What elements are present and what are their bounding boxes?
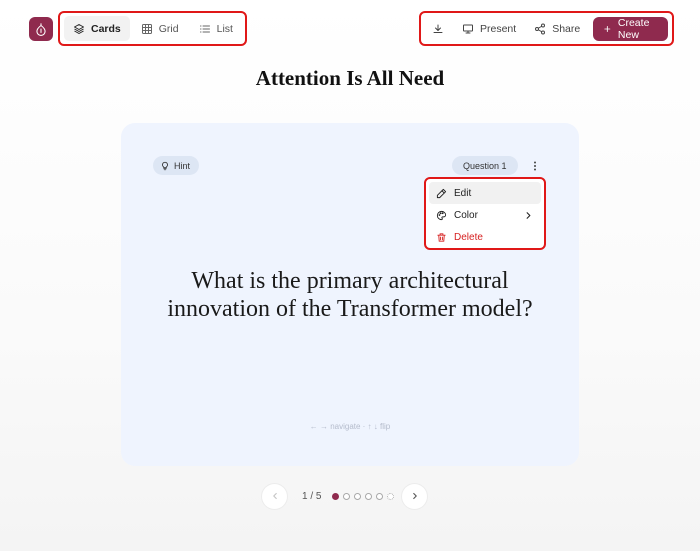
question-text: What is the primary architectural innova… [167, 268, 533, 322]
page-dot[interactable] [354, 492, 361, 500]
card-menu-button[interactable] [526, 157, 544, 175]
view-tab-label: Grid [158, 22, 179, 35]
view-tab-grid[interactable]: Grid [132, 16, 188, 41]
share-button[interactable]: Share [527, 16, 587, 41]
create-new-button[interactable]: Create New [593, 16, 668, 41]
app-logo[interactable] [29, 17, 53, 41]
page-dots [332, 492, 402, 500]
card-context-menu: Edit Color Delete [424, 177, 546, 250]
fig-icon [36, 23, 46, 36]
more-vertical-icon [534, 161, 536, 171]
chevron-left-icon [272, 492, 277, 500]
chevron-right-icon [412, 492, 417, 500]
page-dot[interactable] [376, 492, 383, 500]
action-toolbar: Present Share Create New [419, 11, 674, 46]
presentation-icon [463, 24, 473, 33]
menu-item-label: Color [454, 209, 478, 221]
page-dot[interactable] [332, 492, 339, 500]
share-icon [535, 23, 546, 34]
card-pager: 1 / 5 [262, 483, 438, 509]
next-card-button[interactable] [402, 483, 427, 509]
plus-icon [604, 25, 611, 32]
menu-item-delete[interactable]: Delete [429, 226, 541, 248]
menu-item-edit[interactable]: Edit [429, 182, 541, 204]
trash-icon [437, 232, 446, 242]
menu-item-label: Delete [454, 231, 483, 243]
view-tab-cards[interactable]: Cards [64, 16, 130, 41]
flashcard[interactable]: Hint Question 1 Edit Color Delete What i… [121, 123, 579, 466]
view-switcher: Cards Grid List [58, 11, 247, 46]
list-icon [199, 25, 210, 32]
menu-item-color[interactable]: Color [429, 204, 541, 226]
palette-icon [436, 210, 447, 220]
page-dot[interactable] [343, 492, 350, 500]
deck-title: Attention Is All Need [255, 66, 445, 90]
menu-item-label: Edit [454, 187, 472, 199]
layers-icon [74, 23, 84, 34]
present-button[interactable]: Present [455, 16, 523, 41]
lightbulb-icon [162, 161, 168, 170]
create-new-label: Create New [617, 16, 650, 41]
hint-label: Hint [174, 160, 191, 171]
pencil-icon [436, 188, 447, 198]
view-tab-list[interactable]: List [190, 16, 242, 41]
keyboard-hint: ← → navigate · ↑ ↓ flip [309, 422, 391, 431]
shuffle-dot[interactable] [387, 492, 394, 500]
prev-card-button[interactable] [262, 483, 287, 509]
chevron-right-icon [526, 211, 531, 219]
view-tab-label: List [216, 22, 233, 35]
question-badge: Question 1 [452, 156, 518, 175]
hint-button[interactable]: Hint [153, 156, 200, 175]
present-label: Present [480, 22, 517, 35]
share-label: Share [552, 22, 581, 35]
page-count: 1 / 5 [302, 490, 322, 502]
grid-icon [141, 23, 152, 34]
download-button[interactable] [425, 16, 451, 41]
download-icon [433, 24, 443, 33]
view-tab-label: Cards [91, 22, 121, 35]
page-dot[interactable] [365, 492, 372, 500]
